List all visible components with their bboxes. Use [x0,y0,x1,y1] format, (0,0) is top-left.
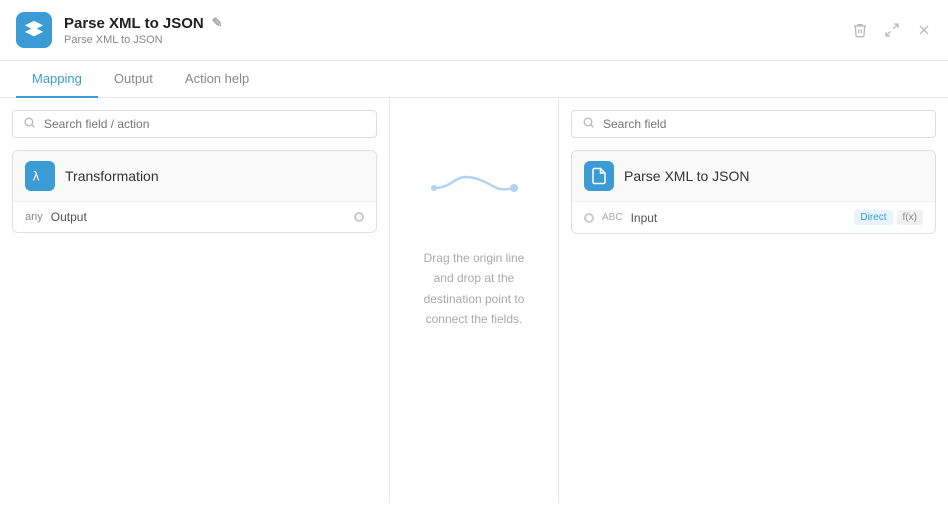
right-field-name: Input [631,211,855,225]
fn-badge[interactable]: f(x) [897,210,923,225]
left-group-header: λ Transformation [13,151,376,201]
right-panel: Parse XML to JSON ABC Input Direct f(x) [558,98,948,503]
app-icon [16,12,52,48]
left-search-input[interactable] [44,117,366,131]
svg-text:λ: λ [33,170,40,184]
tab-action-help[interactable]: Action help [169,61,265,98]
right-field-group: Parse XML to JSON ABC Input Direct f(x) [571,150,936,234]
main-content: λ Transformation any Output Drag the ori… [0,98,948,503]
left-field-connector[interactable] [354,212,364,222]
transformation-icon: λ [25,161,55,191]
right-group-header: Parse XML to JSON [572,151,935,201]
right-search-icon [582,116,595,132]
title-actions [852,22,932,38]
left-field-type: any [25,211,43,223]
tab-output[interactable]: Output [98,61,169,98]
drag-hint: Drag the origin line and drop at the des… [414,248,534,330]
right-group-name: Parse XML to JSON [624,168,750,184]
right-field-type: ABC [602,212,623,223]
middle-area: Drag the origin line and drop at the des… [390,98,558,503]
title-bar: Parse XML to JSON ✎ Parse XML to JSON [0,0,948,61]
tab-mapping[interactable]: Mapping [16,61,98,98]
right-field-connector[interactable] [584,213,594,223]
tabs-bar: Mapping Output Action help [0,61,948,98]
delete-button[interactable] [852,22,868,38]
left-search-icon [23,116,36,132]
left-group-name: Transformation [65,168,159,184]
left-panel: λ Transformation any Output [0,98,390,503]
right-search-box[interactable] [571,110,936,138]
direct-badge[interactable]: Direct [854,210,892,225]
window-title: Parse XML to JSON [64,15,204,32]
expand-button[interactable] [884,22,900,38]
left-field-group: λ Transformation any Output [12,150,377,233]
connector-svg [424,158,524,218]
left-field-output: any Output [13,201,376,232]
right-field-input: ABC Input Direct f(x) [572,201,935,233]
title-text: Parse XML to JSON ✎ Parse XML to JSON [64,15,223,46]
close-button[interactable] [916,22,932,38]
right-search-input[interactable] [603,117,925,131]
left-search-box[interactable] [12,110,377,138]
parse-icon [584,161,614,191]
edit-icon[interactable]: ✎ [212,15,223,31]
window-subtitle: Parse XML to JSON [64,34,223,46]
left-field-name: Output [51,210,354,224]
